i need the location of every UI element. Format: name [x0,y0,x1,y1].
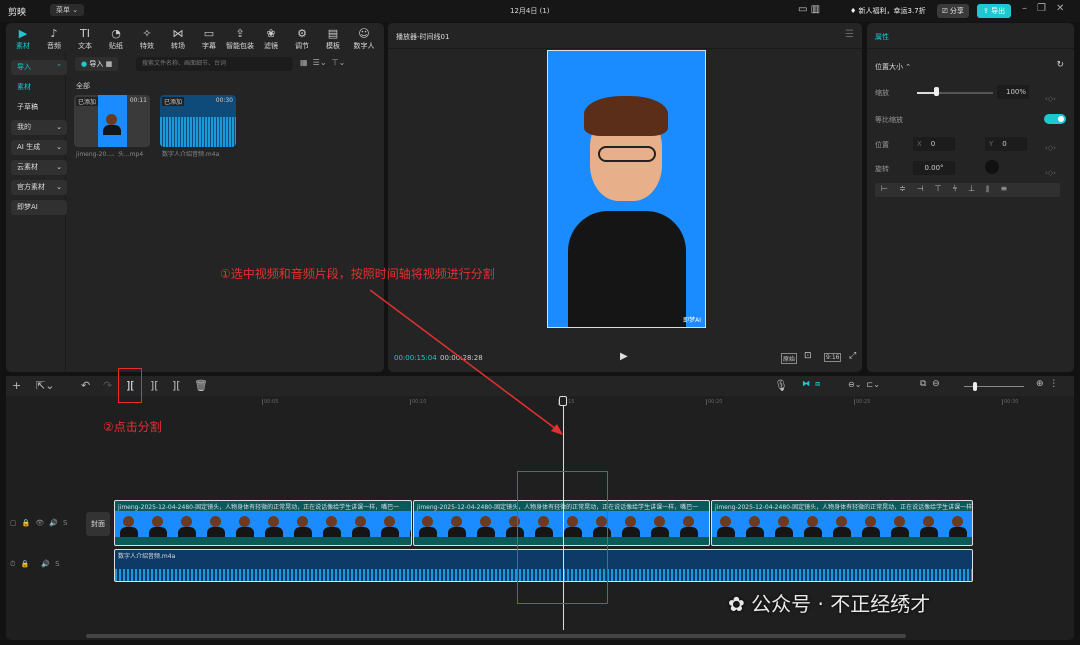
watermark-text: 公众号 · 不正经绣才 [751,592,931,616]
annotation-arrow [369,289,563,435]
wechat-watermark: ✿ 公众号 · 不正经绣才 [728,592,931,616]
